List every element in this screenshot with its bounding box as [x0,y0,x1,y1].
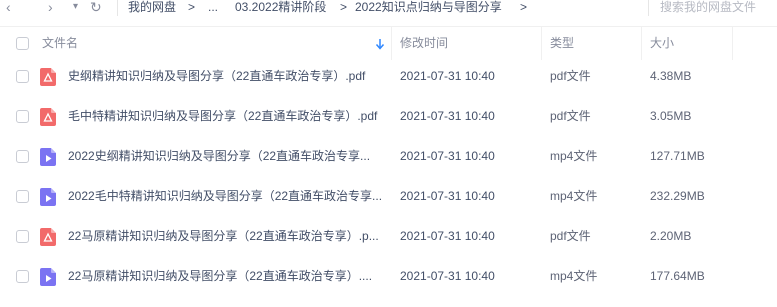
pdf-icon [40,108,56,126]
breadcrumb-folder-1[interactable]: 03.2022精讲阶段 [235,0,326,14]
file-modified-time: 2021-07-31 10:40 [400,189,495,203]
toolbar-divider [648,0,649,16]
file-size: 127.71MB [650,149,705,163]
table-row[interactable]: 2022毛中特精讲知识归纳及导图分享（22直通车政治专享... 2021-07-3… [0,176,777,216]
toolbar-divider [117,0,118,16]
file-size: 177.64MB [650,269,705,283]
file-size: 2.20MB [650,229,692,243]
table-row[interactable]: 2022史纲精讲知识归纳及导图分享（22直通车政治专享... 2021-07-31… [0,136,777,176]
file-name[interactable]: 史纲精讲知识归纳及导图分享（22直通车政治专享）.pdf [68,56,365,96]
file-modified-time: 2021-07-31 10:40 [400,149,495,163]
file-modified-time: 2021-07-31 10:40 [400,269,495,283]
table-row[interactable]: 22马原精讲知识归纳及导图分享（22直通车政治专享）.p... 2021-07-3… [0,216,777,256]
table-row[interactable]: 22马原精讲知识归纳及导图分享（22直通车政治专享）.... 2021-07-31… [0,256,777,296]
video-icon [40,268,56,286]
history-dropdown-icon[interactable]: ▾ [73,0,78,18]
file-name[interactable]: 22马原精讲知识归纳及导图分享（22直通车政治专享）.p... [68,216,379,256]
file-type: pdf文件 [550,229,591,243]
sort-arrow-icon[interactable] [375,38,385,50]
breadcrumb-folder-2[interactable]: 2022知识点归纳与导图分享 [355,0,502,14]
file-type: mp4文件 [550,149,598,163]
table-header: 文件名 修改时间 类型 大小 [0,26,777,60]
file-type: mp4文件 [550,269,598,283]
row-checkbox[interactable] [16,110,29,123]
file-size: 232.29MB [650,189,705,203]
file-name[interactable]: 2022毛中特精讲知识归纳及导图分享（22直通车政治专享... [68,176,382,216]
search-input[interactable]: 搜索我的网盘文件 [660,0,777,14]
video-icon [40,188,56,206]
row-checkbox[interactable] [16,270,29,283]
file-type: mp4文件 [550,189,598,203]
row-checkbox[interactable] [16,230,29,243]
breadcrumb-separator: > [188,0,196,14]
breadcrumb-separator: > [520,0,528,14]
breadcrumb-root[interactable]: 我的网盘 [128,0,176,14]
file-modified-time: 2021-07-31 10:40 [400,229,495,243]
video-icon [40,148,56,166]
row-checkbox[interactable] [16,70,29,83]
row-checkbox[interactable] [16,190,29,203]
toolbar: ‹ › ▾ ↻ 我的网盘 > ... 03.2022精讲阶段 > 2022知识点… [0,0,777,18]
pdf-icon [40,228,56,246]
file-name[interactable]: 2022史纲精讲知识归纳及导图分享（22直通车政治专享... [68,136,370,176]
file-name[interactable]: 22马原精讲知识归纳及导图分享（22直通车政治专享）.... [68,256,372,296]
file-size: 4.38MB [650,69,692,83]
back-button[interactable]: ‹ [6,0,11,18]
table-row[interactable]: 史纲精讲知识归纳及导图分享（22直通车政治专享）.pdf 2021-07-31 1… [0,56,777,96]
breadcrumb-ellipsis[interactable]: ... [208,0,218,14]
file-type: pdf文件 [550,109,591,123]
forward-button[interactable]: › [48,0,53,18]
table-row[interactable]: 毛中特精讲知识归纳及导图分享（22直通车政治专享）.pdf 2021-07-31 … [0,96,777,136]
file-type: pdf文件 [550,69,591,83]
file-modified-time: 2021-07-31 10:40 [400,69,495,83]
row-checkbox[interactable] [16,150,29,163]
breadcrumb-separator: > [340,0,348,14]
file-size: 3.05MB [650,109,692,123]
file-name[interactable]: 毛中特精讲知识归纳及导图分享（22直通车政治专享）.pdf [68,96,377,136]
pdf-icon [40,68,56,86]
select-all-checkbox[interactable] [16,37,29,50]
file-modified-time: 2021-07-31 10:40 [400,109,495,123]
refresh-button[interactable]: ↻ [90,0,102,18]
